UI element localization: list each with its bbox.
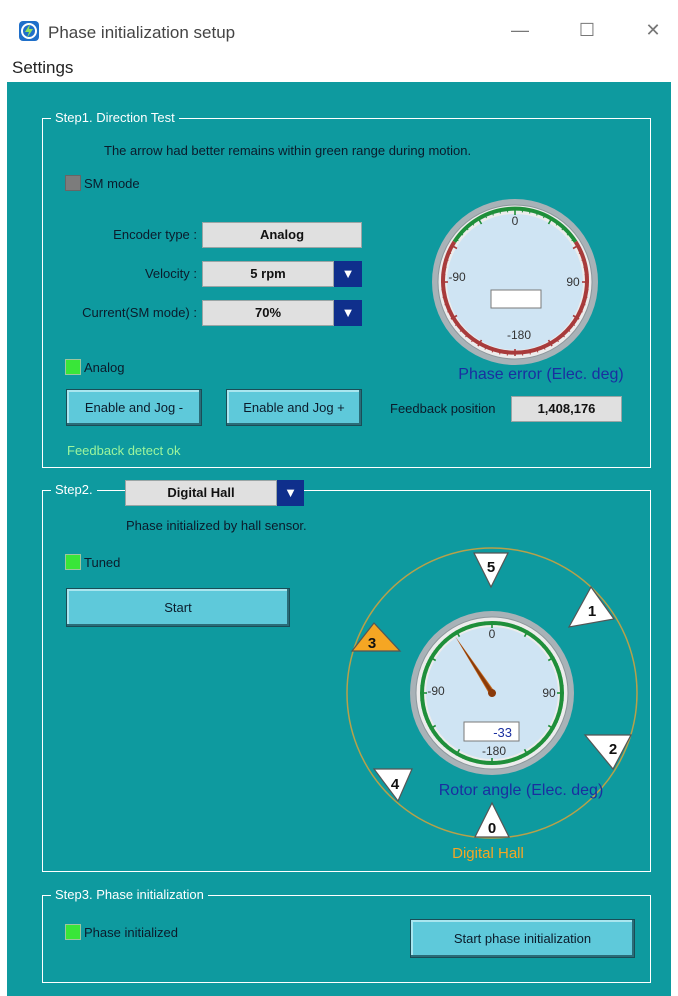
analog-label: Analog <box>84 360 125 375</box>
svg-text:0: 0 <box>488 820 496 837</box>
encoder-type-label: Encoder type : <box>113 227 197 242</box>
svg-text:1: 1 <box>588 603 596 620</box>
enable-jog-minus-button[interactable]: Enable and Jog - <box>66 389 202 426</box>
hall-sector-5: 5 <box>473 552 509 589</box>
encoder-type-field: Analog <box>202 222 362 248</box>
velocity-label: Velocity : <box>144 266 197 281</box>
minimize-button[interactable]: — <box>500 14 540 46</box>
step3-title: Step3. Phase initialization <box>51 887 208 902</box>
feedback-status: Feedback detect ok <box>67 443 181 458</box>
tuned-label: Tuned <box>84 555 121 570</box>
phase-init-method-dropdown-arrow[interactable]: ▼ <box>277 480 304 506</box>
tuned-indicator <box>65 554 81 570</box>
step2-description: Phase initialized by hall sensor. <box>126 518 307 533</box>
hall-sector-1: 1 <box>567 585 616 628</box>
gauge2-readout: -33 <box>493 725 512 740</box>
step2-start-button[interactable]: Start <box>66 588 290 627</box>
phase-initialized-indicator <box>65 924 81 940</box>
close-button[interactable]: ✕ <box>633 14 673 46</box>
current-label: Current(SM mode) : <box>82 305 197 320</box>
rotor-angle-gauge: 0 90 -180 -90 -33 5 1 2 0 4 3 <box>346 547 638 839</box>
gauge2-tick-minus90: -90 <box>427 684 445 698</box>
analog-indicator <box>65 359 81 375</box>
sm-mode-checkbox[interactable] <box>65 175 81 191</box>
enable-jog-plus-button[interactable]: Enable and Jog + <box>226 389 362 426</box>
gauge2-tick-90: 90 <box>542 686 556 700</box>
gauge1-tick-90: 90 <box>566 275 580 289</box>
step1-title: Step1. Direction Test <box>51 110 179 125</box>
svg-text:3: 3 <box>368 635 376 652</box>
menu-bar <box>0 52 678 82</box>
window-title: Phase initialization setup <box>48 23 236 42</box>
step1-instruction: The arrow had better remains within gree… <box>104 143 472 158</box>
maximize-button[interactable]: ☐ <box>567 14 607 46</box>
gauge1-tick-minus180: -180 <box>507 328 531 342</box>
gauge2-tick-minus180: -180 <box>482 744 506 758</box>
current-dropdown-arrow[interactable]: ▼ <box>334 300 362 326</box>
svg-text:5: 5 <box>487 559 495 576</box>
current-dropdown[interactable]: 70% <box>202 300 334 326</box>
gauge2-tick-0: 0 <box>489 627 496 641</box>
step2-title: Step2. <box>51 482 97 497</box>
gauge1-tick-minus90: -90 <box>448 270 466 284</box>
rotor-angle-caption: Rotor angle (Elec. deg) <box>438 782 604 799</box>
velocity-dropdown-arrow[interactable]: ▼ <box>334 261 362 287</box>
feedback-position-field: 1,408,176 <box>511 396 622 422</box>
svg-text:2: 2 <box>609 741 617 758</box>
phase-error-caption: Phase error (Elec. deg) <box>458 366 624 383</box>
hall-sector-0: 0 <box>474 801 510 838</box>
start-phase-initialization-button[interactable]: Start phase initialization <box>410 919 635 958</box>
digital-hall-caption: Digital Hall <box>452 845 524 862</box>
sm-mode-label: SM mode <box>84 176 140 191</box>
app-icon <box>18 20 40 42</box>
velocity-dropdown[interactable]: 5 rpm <box>202 261 334 287</box>
svg-text:4: 4 <box>391 776 400 793</box>
menu-settings[interactable]: Settings <box>12 58 73 78</box>
hall-sector-3-active: 3 <box>350 622 402 652</box>
feedback-position-label: Feedback position <box>390 401 496 416</box>
phase-init-method-dropdown[interactable]: Digital Hall <box>125 480 277 506</box>
gauge1-tick-0: 0 <box>512 214 519 228</box>
phase-error-gauge: 0 90 -180 -90 <box>432 199 598 365</box>
phase-initialized-label: Phase initialized <box>84 925 178 940</box>
gauge1-readout <box>490 289 542 309</box>
